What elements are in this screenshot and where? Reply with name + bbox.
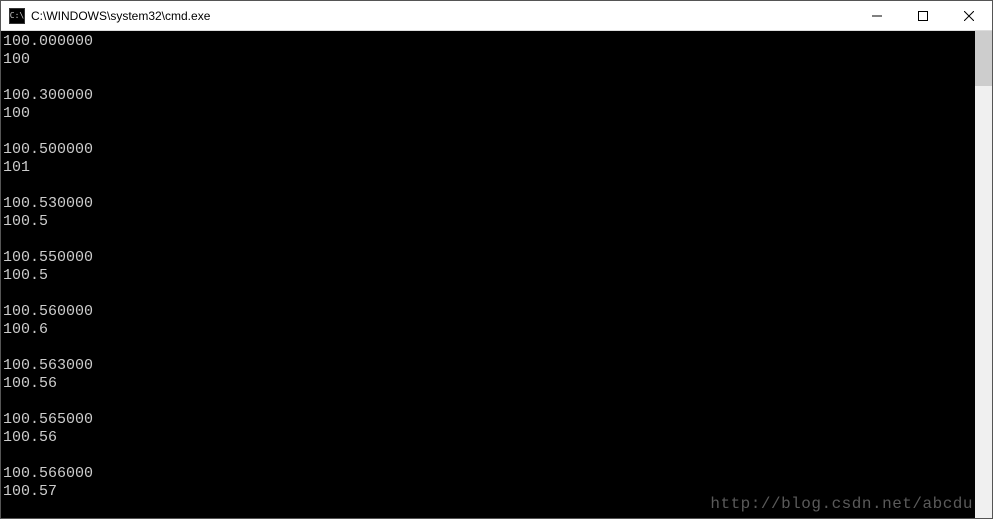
titlebar[interactable]: C:\ C:\WINDOWS\system32\cmd.exe xyxy=(1,1,992,31)
scrollbar-thumb[interactable] xyxy=(975,31,992,86)
console-area: 100.000000 100 100.300000 100 100.500000… xyxy=(1,31,992,518)
window-controls xyxy=(854,1,992,30)
vertical-scrollbar[interactable] xyxy=(975,31,992,518)
window-title: C:\WINDOWS\system32\cmd.exe xyxy=(31,9,854,23)
cmd-window: C:\ C:\WINDOWS\system32\cmd.exe 100.0000… xyxy=(0,0,993,519)
console-output[interactable]: 100.000000 100 100.300000 100 100.500000… xyxy=(1,31,975,518)
maximize-button[interactable] xyxy=(900,1,946,30)
cmd-icon: C:\ xyxy=(9,8,25,24)
close-button[interactable] xyxy=(946,1,992,30)
minimize-button[interactable] xyxy=(854,1,900,30)
